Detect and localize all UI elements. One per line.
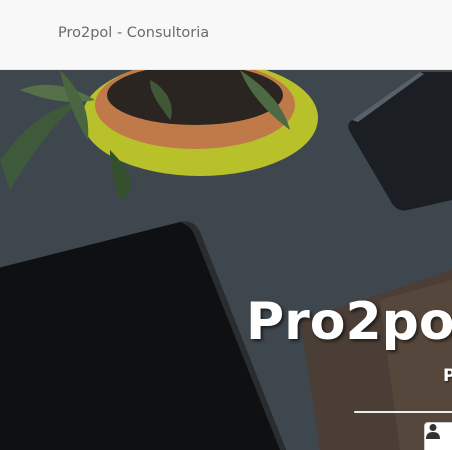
hero-divider <box>354 411 452 413</box>
hero-subtitle: P <box>443 366 452 386</box>
hero-title: Pro2pol <box>246 292 452 352</box>
user-icon <box>426 424 440 439</box>
hero-section: Pro2pol P <box>0 70 452 450</box>
hero-background-image <box>0 70 452 450</box>
navbar: Pro2pol - Consultoria <box>0 0 452 70</box>
hero-user-button[interactable] <box>424 422 452 450</box>
navbar-brand-link[interactable]: Pro2pol - Consultoria <box>58 25 209 41</box>
